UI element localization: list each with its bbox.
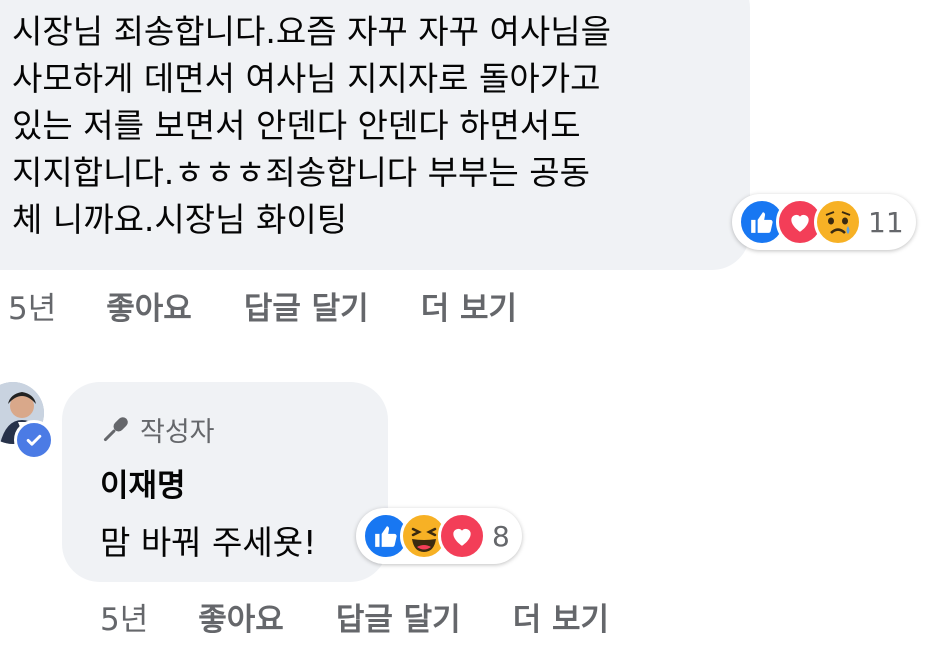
reaction-count: 11 [868, 205, 904, 239]
comment-actions: 5년 좋아요 답글 달기 더 보기 [100, 594, 661, 639]
comment-timestamp[interactable]: 5년 [100, 594, 148, 639]
reaction-summary[interactable]: 8 [356, 508, 522, 564]
comment-line: 체 니까요.시장님 화이팅 [12, 200, 348, 239]
comment-text: 시장님 죄송합니다.요즘 자꾸 자꾸 여사님을 사모하게 데면서 여사님 지지자… [12, 8, 752, 243]
comment-text: 맘 바꿔 주세욧! [100, 523, 317, 562]
like-button[interactable]: 좋아요 [198, 594, 284, 639]
comment-line: 시장님 죄송합니다.요즘 자꾸 자꾸 여사님을 [12, 12, 611, 51]
like-button[interactable]: 좋아요 [106, 283, 192, 328]
comment-line: 사모하게 데면서 여사님 지지자로 돌아가고 [12, 59, 601, 98]
comment-line: 지지합니다.ㅎㅎㅎ죄송합니다 부부는 공동 [12, 153, 590, 192]
comment-actions: 5년 좋아요 답글 달기 더 보기 [8, 283, 569, 328]
sad-icon [814, 198, 862, 246]
author-name[interactable]: 이재명 [100, 460, 186, 505]
more-button[interactable]: 더 보기 [421, 283, 517, 328]
more-button[interactable]: 더 보기 [513, 594, 609, 639]
author-badge-label: 작성자 [140, 417, 215, 448]
reply-button[interactable]: 답글 달기 [244, 283, 369, 328]
author-badge: 작성자 [98, 410, 215, 449]
microphone-icon [103, 416, 128, 441]
comment-timestamp[interactable]: 5년 [8, 283, 56, 328]
love-icon [438, 512, 486, 560]
verified-badge-icon [14, 420, 54, 460]
reply-button[interactable]: 답글 달기 [336, 594, 461, 639]
comment-line: 있는 저를 보면서 안덴다 안덴다 하면서도 [12, 106, 581, 145]
reaction-count: 8 [492, 519, 510, 553]
reaction-summary[interactable]: 11 [732, 194, 916, 250]
comment-thread: 시장님 죄송합니다.요즘 자꾸 자꾸 여사님을 사모하게 데면서 여사님 지지자… [0, 0, 947, 664]
